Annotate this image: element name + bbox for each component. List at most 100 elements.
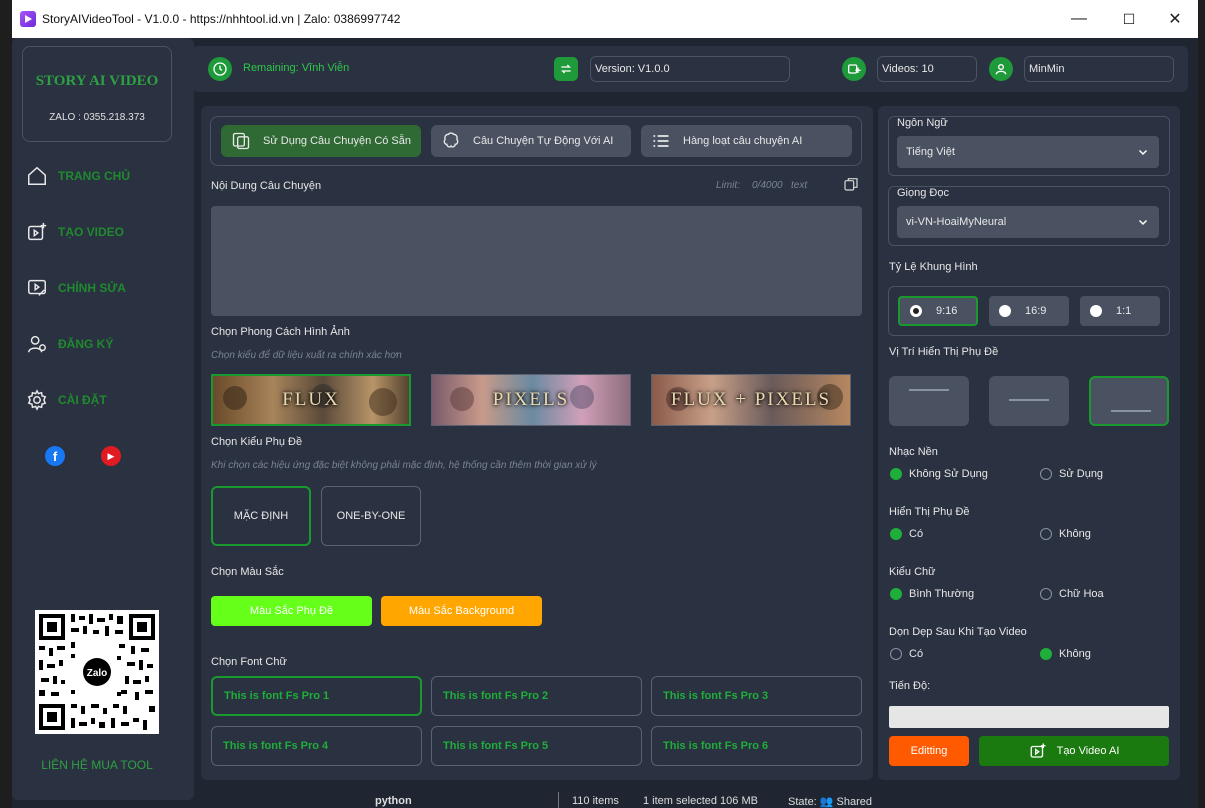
subtitle-position-bottom[interactable] (1089, 376, 1169, 426)
explorer-item-count: 110 items (572, 795, 619, 807)
app-window: STORY AI VIDEO ZALO : 0355.218.373 TRANG… (12, 38, 1198, 808)
qr-code-image: Zalo (39, 614, 155, 730)
image-style-label: Chọn Phong Cách Hình Ảnh (211, 326, 350, 338)
position-line (909, 389, 949, 391)
image-style-hint: Chọn kiểu để dữ liệu xuất ra chính xác h… (211, 350, 402, 361)
tab-label: Sử Dụng Câu Chuyện Có Sẵn (263, 135, 412, 147)
radio-label: Có (909, 648, 924, 660)
font-option-1[interactable]: This is font Fs Pro 1 (211, 676, 422, 716)
language-group: Ngôn Ngữ Tiếng Việt (888, 116, 1170, 176)
qr-zalo-logo: Zalo (87, 668, 108, 679)
clock-icon (208, 57, 232, 81)
sidebar-item-label: TẠO VIDEO (58, 225, 125, 239)
radio-dot (1090, 305, 1102, 317)
radio-label: Có (909, 528, 924, 540)
text-case-upper-radio[interactable]: Chữ Hoa (1040, 588, 1104, 600)
voice-select[interactable]: vi-VN-HoaiMyNeural (897, 206, 1159, 238)
list-icon (653, 135, 669, 147)
close-button[interactable]: ✕ (1152, 0, 1198, 38)
voice-label: Giọng Đọc (897, 187, 949, 199)
minimize-button[interactable]: — (1056, 0, 1102, 38)
subtitle-position-label: Vị Trí Hiển Thị Phụ Đề (889, 346, 999, 358)
facebook-icon[interactable]: f (45, 446, 65, 466)
contact-buy-link[interactable]: LIÊN HỆ MUA TOOL (12, 758, 182, 772)
main-panel: Sử Dụng Câu Chuyện Có Sẵn Câu Chuyện Tự … (201, 106, 873, 780)
position-line (1111, 410, 1151, 412)
music-label: Nhạc Nền (889, 446, 938, 458)
sidebar-item-home[interactable]: TRANG CHỦ (12, 156, 194, 196)
subtitle-one-by-one-button[interactable]: ONE-BY-ONE (321, 486, 421, 546)
ratio-label: Tỷ Lệ Khung Hình (889, 261, 978, 273)
font-option-4[interactable]: This is font Fs Pro 4 (211, 726, 422, 766)
ratio-9-16[interactable]: 9:16 (898, 296, 978, 326)
maximize-button[interactable]: ☐ (1106, 0, 1152, 38)
position-line (1009, 399, 1049, 401)
radio-label: Sử Dụng (1059, 468, 1104, 480)
subtitle-default-button[interactable]: MẶC ĐỊNH (211, 486, 311, 546)
show-subtitle-label: Hiển Thị Phụ Đề (889, 506, 970, 518)
ratio-1-1[interactable]: 1:1 (1080, 296, 1160, 326)
limit-label: Limit: (716, 180, 740, 191)
cleanup-label: Dọn Dẹp Sau Khi Tạo Video (889, 626, 1027, 638)
explorer-folder-name: python (375, 795, 412, 807)
ratio-label-text: 9:16 (936, 305, 958, 317)
copy-icon[interactable] (843, 176, 859, 192)
videos-count-field: Videos: 10 (877, 56, 977, 82)
style-flux[interactable]: FLUX (211, 374, 411, 426)
radio-circle (890, 528, 902, 540)
logo-title: STORY AI VIDEO (35, 73, 159, 89)
tab-batch-ai-story[interactable]: Hàng loạt câu chuyện AI (641, 125, 852, 157)
show-subtitle-yes-radio[interactable]: Có (890, 528, 923, 540)
style-pixels[interactable]: PIXELS (431, 374, 631, 426)
radio-dot (910, 305, 922, 317)
sidebar-item-create-video[interactable]: TẠO VIDEO (12, 212, 194, 252)
ratio-16-9[interactable]: 16:9 (989, 296, 1069, 326)
gear-icon (27, 389, 47, 411)
version-update-icon (554, 57, 578, 81)
tab-existing-story[interactable]: Sử Dụng Câu Chuyện Có Sẵn (221, 125, 421, 157)
limit-unit: text (791, 180, 808, 191)
tab-auto-ai-story[interactable]: Câu Chuyện Tự Động Với AI (431, 125, 631, 157)
color-label: Chọn Màu Sắc (211, 566, 284, 578)
font-option-3[interactable]: This is font Fs Pro 3 (651, 676, 862, 716)
radio-dot (999, 305, 1011, 317)
subtitle-style-label: Chọn Kiểu Phụ Đề (211, 436, 303, 448)
status-bar: Remaining: Vĩnh Viễn Version: V1.0.0 Vid… (192, 46, 1188, 92)
language-select[interactable]: Tiếng Việt (897, 136, 1159, 168)
tab-label: Hàng loạt câu chuyện AI (683, 135, 803, 147)
explorer-state: State: 👥 Shared (788, 796, 873, 808)
edit-video-icon (28, 279, 46, 296)
video-add-icon (28, 222, 47, 241)
explorer-selection: 1 item selected 106 MB (643, 795, 758, 807)
style-flux-pixels[interactable]: FLUX + PIXELS (651, 374, 851, 426)
story-content-input[interactable] (211, 206, 862, 316)
sidebar-item-edit[interactable]: CHỈNH SỬA (12, 268, 194, 308)
cleanup-yes-radio[interactable]: Có (890, 648, 923, 660)
font-option-5[interactable]: This is font Fs Pro 5 (431, 726, 642, 766)
subtitle-color-button[interactable]: Màu Sắc Phụ Đề (211, 596, 372, 626)
font-option-2[interactable]: This is font Fs Pro 2 (431, 676, 642, 716)
cleanup-no-radio[interactable]: Không (1040, 648, 1091, 660)
chevron-down-icon (1138, 219, 1148, 226)
text-case-normal-radio[interactable]: Bình Thường (890, 588, 974, 600)
show-subtitle-no-radio[interactable]: Không (1040, 528, 1091, 540)
sidebar-item-register[interactable]: ĐĂNG KÝ (12, 324, 194, 364)
ai-brain-icon (443, 132, 459, 148)
language-label: Ngôn Ngữ (897, 117, 948, 129)
sidebar-item-settings[interactable]: CÀI ĐẶT (12, 380, 194, 420)
story-mode-tabs: Sử Dụng Câu Chuyện Có Sẵn Câu Chuyện Tự … (210, 116, 862, 166)
background-color-button[interactable]: Màu Sắc Background (381, 596, 542, 626)
create-video-button[interactable]: Tạo Video AI (979, 736, 1169, 766)
progress-bar (889, 706, 1169, 728)
editing-button[interactable]: Editting (889, 736, 969, 766)
radio-circle (1040, 468, 1052, 480)
voice-value: vi-VN-HoaiMyNeural (906, 216, 1007, 228)
font-option-6[interactable]: This is font Fs Pro 6 (651, 726, 862, 766)
youtube-icon[interactable]: ▶ (101, 446, 121, 466)
subtitle-position-top[interactable] (889, 376, 969, 426)
radio-circle (1040, 528, 1052, 540)
window-titlebar: StoryAIVideoTool - V1.0.0 - https://nhht… (12, 0, 1198, 38)
music-on-radio[interactable]: Sử Dụng (1040, 468, 1103, 480)
music-off-radio[interactable]: Không Sử Dụng (890, 468, 988, 480)
subtitle-position-middle[interactable] (989, 376, 1069, 426)
